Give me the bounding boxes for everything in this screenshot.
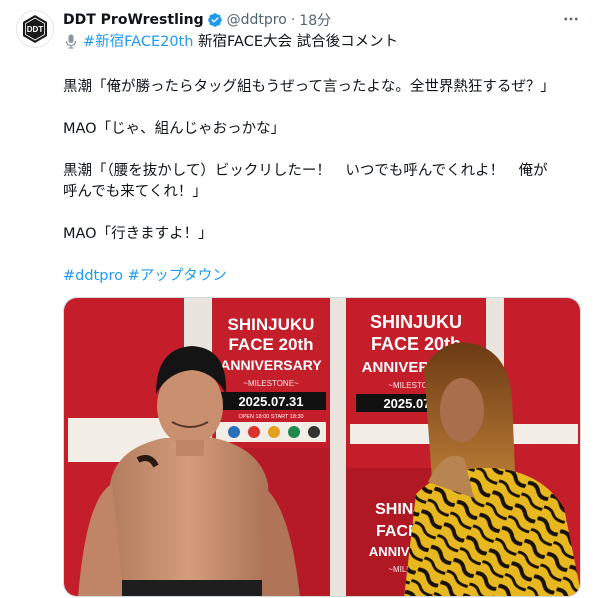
hashtag-shinjuku-face[interactable]: #新宿FACE20th <box>83 34 193 50</box>
poster-title-line2: FACE 20th <box>228 335 313 354</box>
headline-line: #新宿FACE20th 新宿FACE大会 試合後コメント <box>63 32 583 56</box>
comment-line: 呼んでも来てくれ！」 <box>63 184 207 200</box>
microphone-icon <box>63 33 79 56</box>
author-name[interactable]: DDT ProWrestling <box>63 12 204 28</box>
poster-title-line3: ANNIVERSARY <box>220 357 322 373</box>
timestamp[interactable]: 18分 <box>299 10 331 30</box>
tweet-header: DDT ProWrestling @ddtpro · 18分 <box>63 10 580 30</box>
comment-line: 黒潮「俺が勝ったらタッグ組もうぜって言ったよな。全世界熱狂するぜ？」 <box>63 79 555 95</box>
tweet-text: #新宿FACE20th 新宿FACE大会 試合後コメント 黒潮「俺が勝ったらタッ… <box>63 32 583 287</box>
more-icon[interactable] <box>562 10 580 32</box>
separator-dot: · <box>290 12 296 28</box>
media-image[interactable]: SHINJUKU FACE 20th ANNIVERSARY ~MILESTON… <box>63 297 581 597</box>
hashtag-uptown[interactable]: #アップタウン <box>128 268 227 284</box>
poster-subtitle: ~MILESTONE~ <box>243 379 299 388</box>
poster-title-line1: SHINJUKU <box>228 315 315 334</box>
avatar-logo-text: DDT <box>27 25 44 34</box>
poster-right-title-line1: SHINJUKU <box>370 312 462 332</box>
verified-badge-icon <box>207 12 223 28</box>
author-handle[interactable]: @ddtpro <box>227 12 287 28</box>
poster-date: 2025.07.31 <box>238 394 303 409</box>
avatar[interactable]: DDT <box>16 10 54 48</box>
hashtag-ddtpro[interactable]: #ddtpro <box>63 268 123 284</box>
comment-line: MAO「じゃ、組んじゃおっかな」 <box>63 121 286 137</box>
poster-time: OPEN 18:00 START 18:30 <box>238 414 303 420</box>
hashtag-row: #ddtpro #アップタウン <box>63 266 583 287</box>
headline-text: 新宿FACE大会 試合後コメント <box>193 34 399 50</box>
press-photo: SHINJUKU FACE 20th ANNIVERSARY ~MILESTON… <box>64 298 580 596</box>
ddt-logo-icon: DDT <box>23 15 47 43</box>
comment-line: 黒潮「（腰を抜かして）ビックリしたー！ いつでも呼んでくれよ！ 俺が <box>63 163 548 179</box>
comment-line: MAO「行きますよ！」 <box>63 226 213 242</box>
